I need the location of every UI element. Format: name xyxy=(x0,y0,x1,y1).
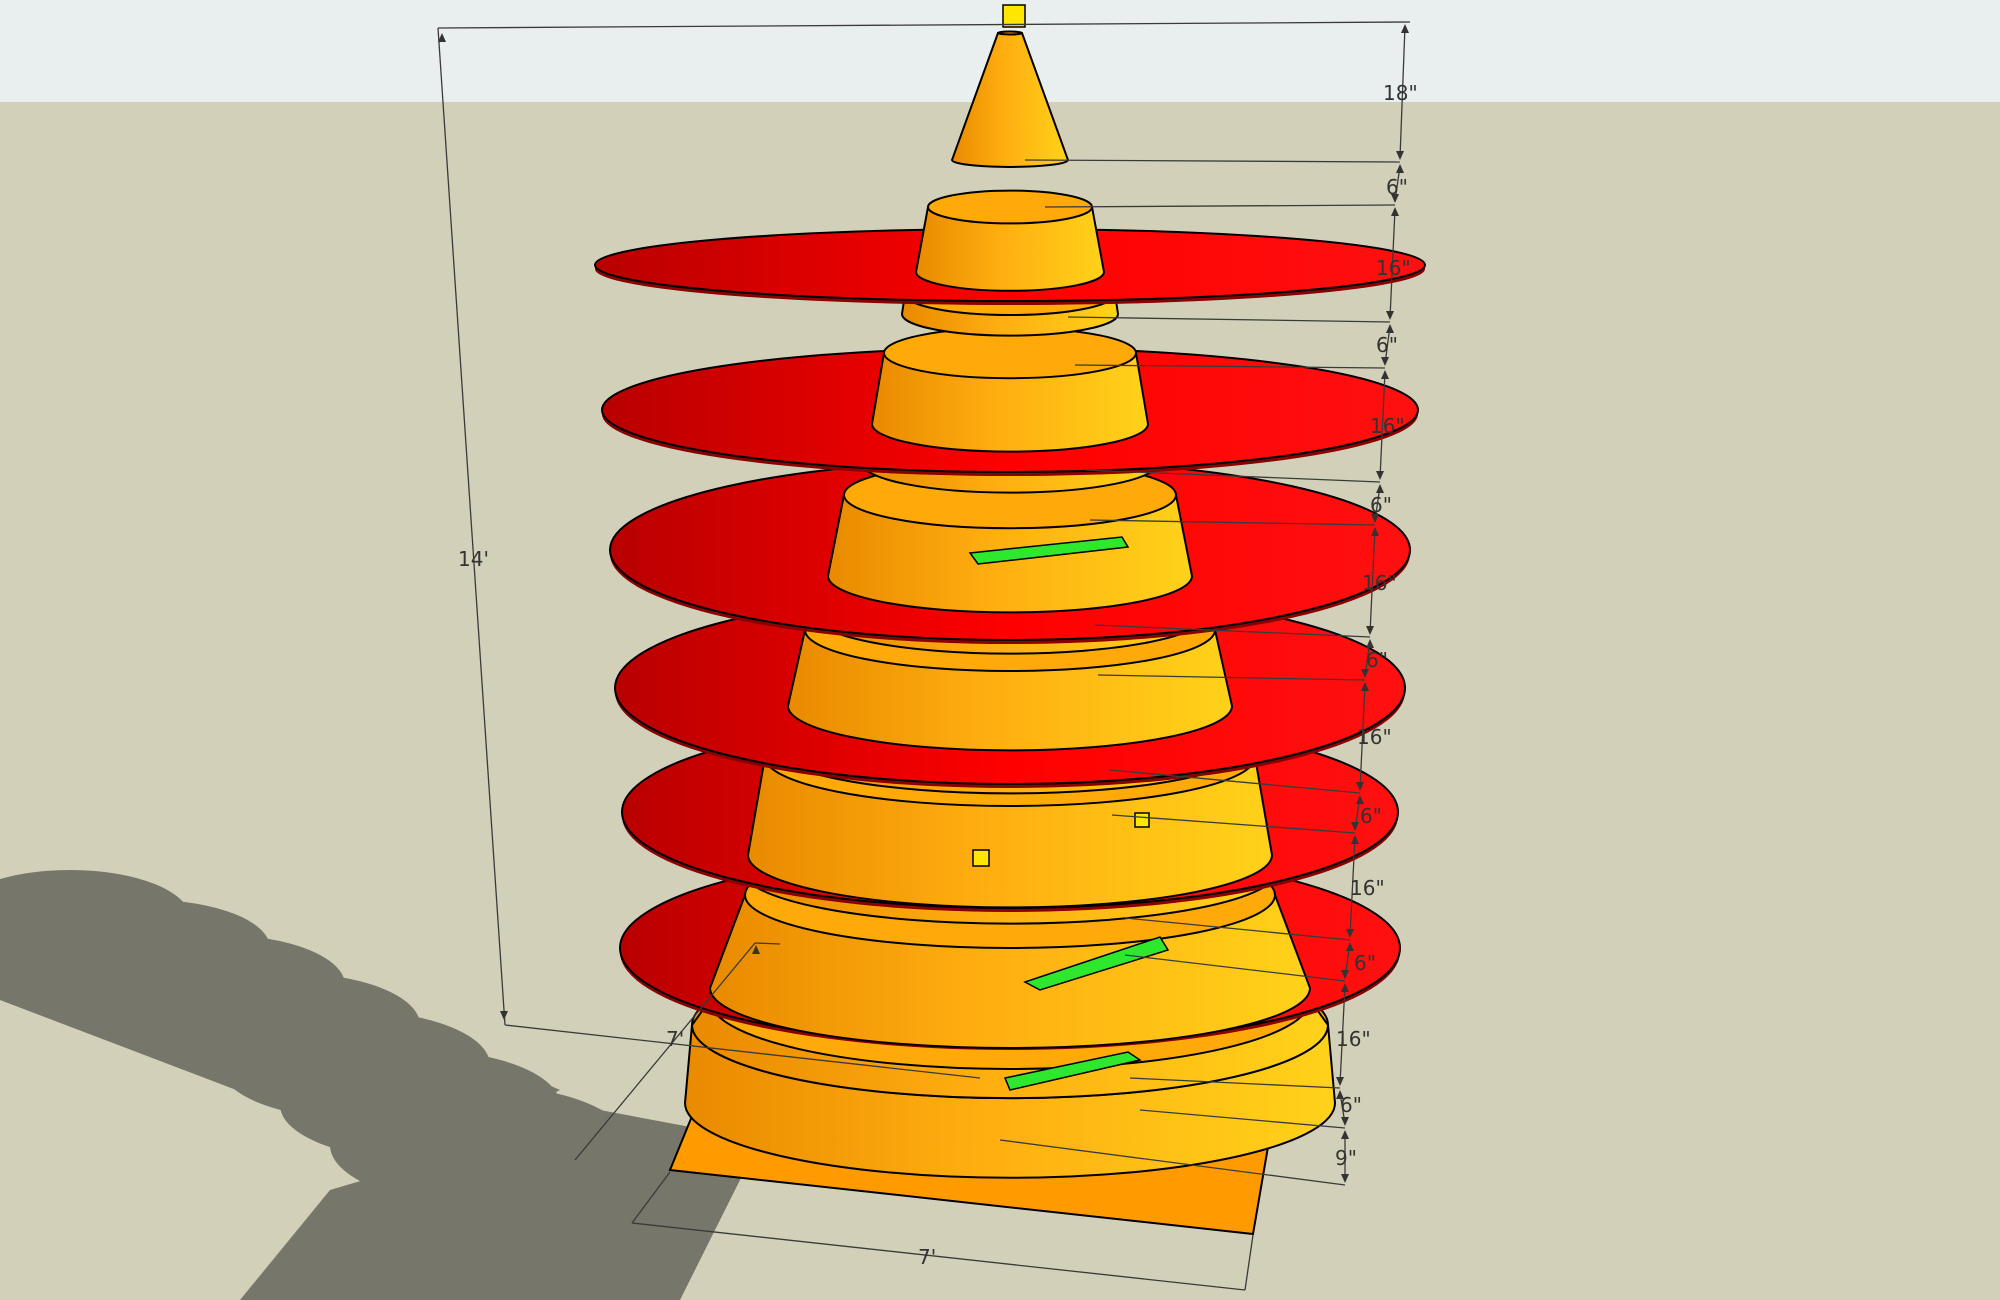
finial-cone-top xyxy=(997,30,1023,36)
dim-stack-7: 16" xyxy=(1362,571,1397,595)
dim-stack-13: 16" xyxy=(1336,1027,1371,1051)
dim-stack-8: 6" xyxy=(1366,648,1388,672)
yellow-block-4 xyxy=(972,849,990,867)
dim-stack-10: 6" xyxy=(1360,804,1382,828)
dim-stack-3: 16" xyxy=(1376,256,1411,280)
model-scene[interactable]: 14' 7' 7' 18" 6" 16" 6" 16" 6" 16" 6" 16… xyxy=(0,0,2000,1300)
finial-cap xyxy=(1002,4,1026,28)
dim-stack-1: 18" xyxy=(1383,81,1418,105)
dim-base-depth: 7' xyxy=(666,1027,684,1051)
yellow-block-3 xyxy=(1134,812,1150,828)
dim-stack-14: 6" xyxy=(1340,1093,1362,1117)
dim-stack-2: 6" xyxy=(1386,175,1408,199)
sketchup-viewport[interactable]: 14' 7' 7' 18" 6" 16" 6" 16" 6" 16" 6" 16… xyxy=(0,0,2000,1300)
dim-stack-11: 16" xyxy=(1350,876,1385,900)
dim-base-width: 7' xyxy=(918,1245,936,1269)
tier-2 xyxy=(914,189,1106,292)
dim-stack-15: 9" xyxy=(1335,1146,1357,1170)
tier-3 xyxy=(870,326,1150,453)
dim-stack-6: 6" xyxy=(1370,493,1392,517)
dim-stack-4: 6" xyxy=(1376,333,1398,357)
dim-overall-height: 14' xyxy=(458,547,489,571)
dim-stack-5: 16" xyxy=(1370,414,1405,438)
dim-stack-9: 16" xyxy=(1357,725,1392,749)
dim-stack-12: 6" xyxy=(1354,951,1376,975)
